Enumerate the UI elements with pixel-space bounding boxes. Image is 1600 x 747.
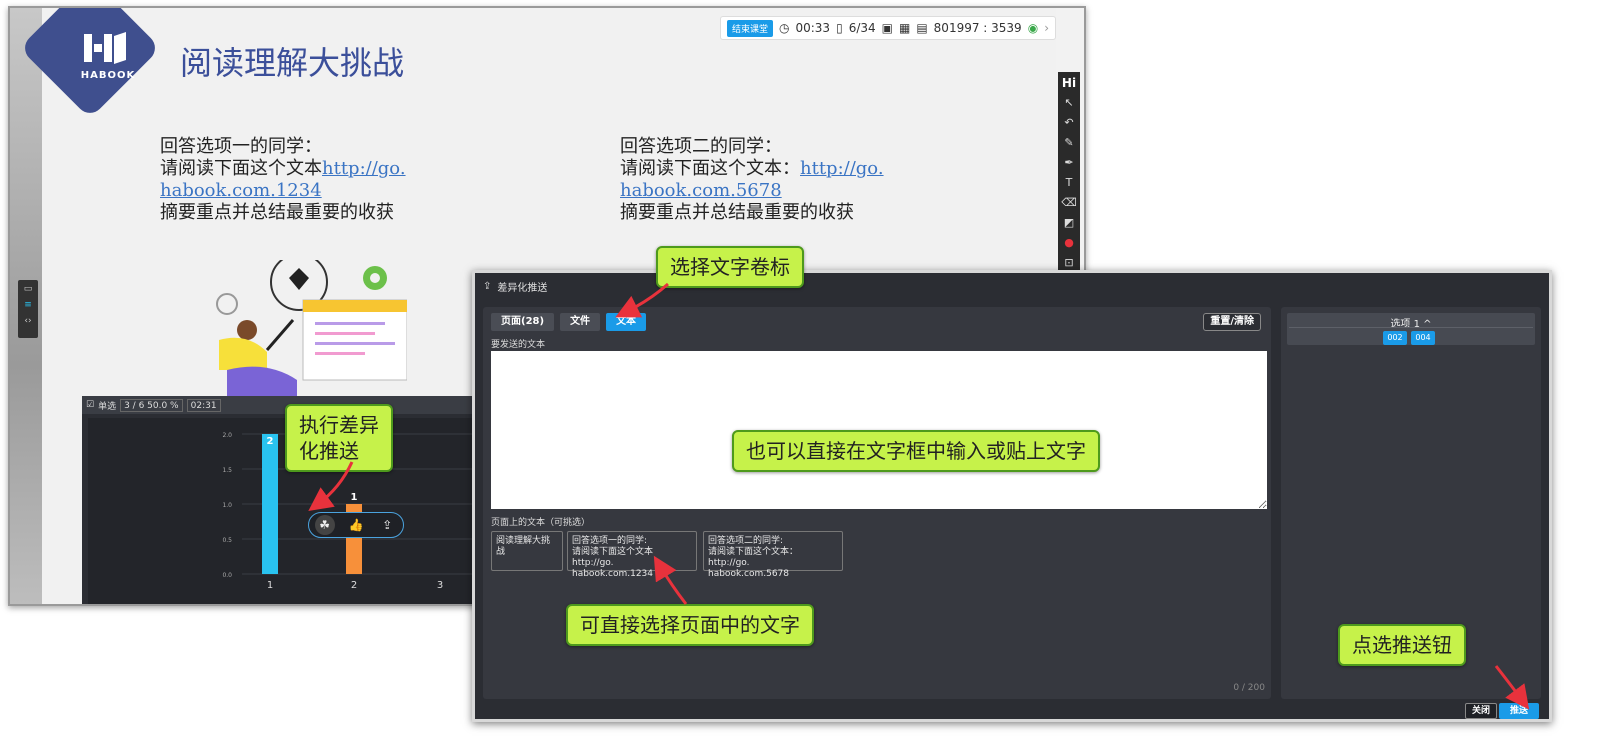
close-button[interactable]: 关闭 [1465,703,1498,719]
class-code: 801997 : 3539 [933,21,1022,35]
left-mini-toolbar: ▭ ≡ ‹› [18,280,38,338]
callout-type-or-paste: 也可以直接在文字框中输入或贴上文字 [732,430,1100,472]
source-tabs: 页面(28) 文件 文本 [491,313,647,331]
text-tool-icon[interactable]: T [1061,176,1077,190]
callout-run-push: 执行差异 化推送 [285,404,393,472]
page-text-choice[interactable]: 回答选项二的同学: 请阅读下面这个文本：http://go. habook.co… [703,531,843,579]
differentiated-push-icon[interactable]: ⇪ [377,515,397,535]
chevron-right-icon[interactable]: › [1044,21,1049,35]
student-chip[interactable]: 004 [1411,331,1435,345]
data-label: 2 [267,436,274,447]
option-group[interactable]: 选项 1 ^ 002 004 [1287,313,1535,345]
mode-label: 单选 [98,401,117,412]
eraser-icon[interactable]: ⌫ [1061,196,1077,210]
push-icon: ⇪ [483,280,492,292]
option2-line2: 请阅读下面这个文本：http://go. [620,158,884,180]
pen-icon[interactable]: ✎ [1061,136,1077,150]
option2-line1: 回答选项二的同学： [620,136,782,157]
option2-link-part2[interactable]: habook.com.5678 [620,180,884,202]
bar [262,434,278,574]
y-tick-label: 1.0 [222,502,232,509]
dialog-title: 差异化推送 [497,282,548,294]
clock-icon: ◷ [779,21,790,35]
callout-select-text-tab: 选择文字卷标 [656,246,804,288]
option1-link-part2[interactable]: habook.com.1234 [160,180,406,202]
reset-clear-button[interactable]: 重置/清除 [1203,313,1261,331]
y-tick-label: 1.5 [222,467,232,474]
folder-icon[interactable]: ▭ [22,284,34,296]
tab-text[interactable]: 文本 [606,313,647,331]
answer-stats: 3 / 6 50.0 % [120,398,183,412]
tab-pages[interactable]: 页面(28) [491,313,555,331]
habook-logo-icon [84,32,126,64]
marker-icon[interactable]: ✒ [1061,156,1077,170]
character-counter: 0 / 200 [1233,683,1265,693]
reading-person-illustration [216,260,407,396]
avatar-icon[interactable]: ▣ [882,21,893,35]
code-icon[interactable]: ‹› [22,316,34,328]
push-button[interactable]: 推送 [1499,703,1539,719]
logo-text: HABOOK [80,70,136,81]
id-card-icon: ▤ [916,21,928,35]
cursor-icon[interactable]: ↖ [1061,96,1077,110]
x-tick-label: 1 [267,580,273,591]
option2-line4: 摘要重点并总结最重要的收获 [620,202,854,223]
thumbs-up-icon[interactable]: 👍 [346,515,366,535]
top-status-toolbar: 结束课堂 ◷ 00:33 ▯ 6/34 ▣ ▦ ▤ 801997 : 3539 … [719,16,1056,40]
option1-link-part1[interactable]: http://go. [322,158,406,179]
dialog-titlebar: ⇪ 差异化推送 [475,273,1549,299]
insert-icon[interactable]: ⊡ [1061,256,1077,270]
option2-line2-prefix: 请阅读下面这个文本： [620,158,800,179]
back-icon[interactable]: ↶ [1061,116,1077,130]
student-chip[interactable]: 002 [1383,331,1407,345]
x-tick-label: 3 [437,580,443,591]
option1-line4: 摘要重点并总结最重要的收获 [160,202,394,223]
list-icon[interactable]: ≡ [22,300,34,312]
x-tick-label: 2 [351,580,357,591]
y-tick-label: 2.0 [222,432,232,439]
page-text-choice[interactable]: 阅读理解大挑战 [491,531,563,571]
callout-select-page-text: 可直接选择页面中的文字 [566,604,814,646]
page-text-label: 页面上的文本（可挑选） [491,518,591,528]
data-label: 1 [351,492,358,503]
single-choice-checkbox-icon[interactable]: ☑ [86,400,94,410]
timer: 00:33 [795,21,831,35]
page-counter: 6/34 [848,21,876,35]
text-to-send-label: 要发送的文本 [491,340,546,350]
chart-action-bar: ☘ 👍 ⇪ [308,512,404,538]
y-tick-label: 0.5 [222,537,232,544]
page-text-choice[interactable]: 回答选项一的同学: 请阅读下面这个文本http://go. habook.com… [567,531,697,579]
option2-link-part1[interactable]: http://go. [800,158,884,179]
option2-text-block: 回答选项二的同学： 请阅读下面这个文本：http://go. habook.co… [620,136,884,224]
option-separator [1289,327,1533,328]
end-class-button[interactable]: 结束课堂 [726,19,773,37]
qr-code-icon[interactable]: ▦ [899,21,910,35]
slide-title: 阅读理解大挑战 [180,44,405,82]
elapsed-time: 02:31 [186,398,221,412]
page-icon: ▯ [836,21,843,35]
callout-click-push: 点选推送钮 [1338,624,1466,666]
hi-logo[interactable]: Hi [1061,76,1077,90]
option1-text-block: 回答选项一的同学： 请阅读下面这个文本http://go. habook.com… [160,136,406,224]
color-palette-icon[interactable]: ● [1061,236,1077,250]
option1-line1: 回答选项一的同学： [160,136,322,157]
tab-files[interactable]: 文件 [560,313,601,331]
signal-icon: ◉ [1027,21,1039,35]
y-tick-label: 0.0 [222,572,232,579]
option1-line2-prefix: 请阅读下面这个文本 [160,158,322,179]
group-icon[interactable]: ☘ [314,515,335,535]
option1-line2: 请阅读下面这个文本http://go. [160,158,406,180]
fill-icon[interactable]: ◩ [1061,216,1077,230]
